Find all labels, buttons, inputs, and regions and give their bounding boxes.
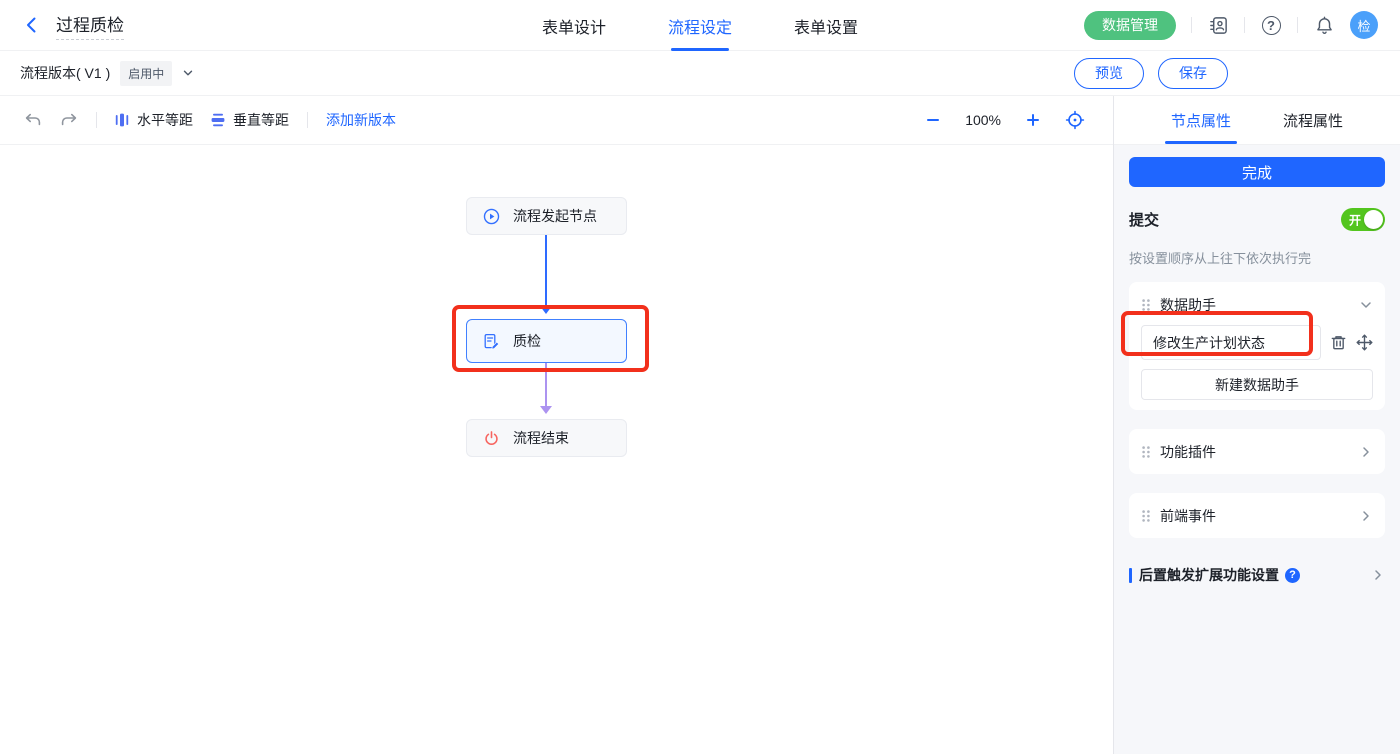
section-plugins: 功能插件 bbox=[1129, 429, 1385, 474]
flow-node-label: 流程发起节点 bbox=[513, 206, 597, 226]
complete-button[interactable]: 完成 bbox=[1129, 157, 1385, 187]
submit-row: 提交 开 bbox=[1129, 208, 1385, 231]
back-icon[interactable] bbox=[22, 15, 42, 35]
distribute-horizontal-icon bbox=[115, 113, 129, 127]
flow-node-start[interactable]: 流程发起节点 bbox=[466, 197, 627, 235]
flow-node-end[interactable]: 流程结束 bbox=[466, 419, 627, 457]
distribute-vertical-icon bbox=[211, 113, 225, 127]
flow-node-label: 流程结束 bbox=[513, 428, 569, 448]
play-icon bbox=[483, 208, 500, 225]
bell-icon[interactable] bbox=[1313, 14, 1335, 36]
status-badge: 启用中 bbox=[120, 61, 172, 86]
power-icon bbox=[483, 430, 500, 447]
execution-hint: 按设置顺序从上往下依次执行完 bbox=[1129, 248, 1385, 267]
panel-body: 完成 提交 开 按设置顺序从上往下依次执行完 数据助手 bbox=[1114, 145, 1400, 754]
tab-form-settings[interactable]: 表单设置 bbox=[794, 0, 858, 51]
chevron-right-icon[interactable] bbox=[1371, 568, 1385, 582]
submit-label: 提交 bbox=[1129, 209, 1159, 230]
distribute-horizontal-label: 水平等距 bbox=[137, 110, 193, 130]
divider bbox=[1297, 17, 1298, 33]
drag-handle-icon[interactable] bbox=[1141, 509, 1151, 523]
version-bar: 流程版本( V1 ) 启用中 预览 保存 bbox=[0, 51, 1400, 96]
trash-icon[interactable] bbox=[1330, 334, 1347, 351]
header-tabs: 表单设计 流程设定 表单设置 bbox=[542, 0, 858, 51]
distribute-vertical-label: 垂直等距 bbox=[233, 110, 289, 130]
section-frontend-events: 前端事件 bbox=[1129, 493, 1385, 538]
preview-button[interactable]: 预览 bbox=[1074, 58, 1144, 89]
tab-flow-setting[interactable]: 流程设定 bbox=[668, 0, 732, 51]
help-icon[interactable]: ? bbox=[1260, 14, 1282, 36]
new-data-helper-button[interactable]: 新建数据助手 bbox=[1141, 369, 1373, 400]
post-trigger-label: 后置触发扩展功能设置 bbox=[1139, 565, 1279, 585]
chevron-right-icon[interactable] bbox=[1359, 509, 1373, 523]
undo-icon[interactable] bbox=[24, 112, 42, 128]
add-version-link[interactable]: 添加新版本 bbox=[326, 110, 396, 130]
section-title: 数据助手 bbox=[1160, 295, 1216, 315]
page-title[interactable]: 过程质检 bbox=[56, 11, 124, 40]
tab-form-design[interactable]: 表单设计 bbox=[542, 0, 606, 51]
version-label: 流程版本( V1 ) bbox=[20, 63, 110, 83]
version-actions: 预览 保存 bbox=[1074, 58, 1228, 89]
section-title: 前端事件 bbox=[1160, 506, 1216, 526]
app-header: 过程质检 表单设计 流程设定 表单设置 数据管理 ? bbox=[0, 0, 1400, 51]
arrowhead-blue bbox=[540, 306, 552, 314]
drag-handle-icon[interactable] bbox=[1141, 298, 1151, 312]
flow-node-label: 质检 bbox=[513, 331, 541, 351]
helper-item-row: 修改生产计划状态 bbox=[1141, 325, 1373, 360]
zoom-out-icon[interactable] bbox=[925, 112, 941, 128]
distribute-vertical-button[interactable]: 垂直等距 bbox=[211, 110, 289, 130]
section-data-helper: 数据助手 修改生产计划状态 bbox=[1129, 282, 1385, 410]
header-actions: 数据管理 ? 检 bbox=[1084, 11, 1378, 40]
locate-icon[interactable] bbox=[1065, 110, 1085, 130]
redo-icon[interactable] bbox=[60, 112, 78, 128]
section-header[interactable]: 数据助手 bbox=[1141, 292, 1373, 317]
connector-start-to-qc bbox=[545, 235, 547, 306]
post-trigger-settings-row[interactable]: 后置触发扩展功能设置 ? bbox=[1129, 565, 1385, 585]
flow-canvas[interactable]: 流程发起节点 质检 流程结束 bbox=[0, 145, 1113, 754]
arrowhead-purple bbox=[540, 406, 552, 414]
divider bbox=[1191, 17, 1192, 33]
divider bbox=[1244, 17, 1245, 33]
zoom-in-icon[interactable] bbox=[1025, 112, 1041, 128]
data-manage-button[interactable]: 数据管理 bbox=[1084, 11, 1176, 40]
tab-node-properties[interactable]: 节点属性 bbox=[1171, 96, 1231, 144]
section-header[interactable]: 功能插件 bbox=[1141, 439, 1373, 464]
section-header[interactable]: 前端事件 bbox=[1141, 503, 1373, 528]
save-button[interactable]: 保存 bbox=[1158, 58, 1228, 89]
chevron-right-icon[interactable] bbox=[1359, 445, 1373, 459]
move-icon[interactable] bbox=[1356, 334, 1373, 351]
tab-flow-properties[interactable]: 流程属性 bbox=[1283, 96, 1343, 144]
toggle-on-label: 开 bbox=[1349, 211, 1361, 228]
submit-toggle[interactable]: 开 bbox=[1341, 208, 1385, 231]
canvas-toolbar: 水平等距 垂直等距 添加新版本 100% bbox=[0, 96, 1113, 145]
chevron-down-icon[interactable] bbox=[182, 67, 194, 79]
section-title: 功能插件 bbox=[1160, 442, 1216, 462]
accent-bar bbox=[1129, 568, 1132, 583]
properties-panel: 节点属性 流程属性 完成 提交 开 按设置顺序从上往下依次执行完 bbox=[1113, 96, 1400, 754]
chevron-down-icon[interactable] bbox=[1359, 298, 1373, 312]
helper-item-input[interactable]: 修改生产计划状态 bbox=[1141, 325, 1321, 360]
zoom-controls: 100% bbox=[925, 110, 1089, 130]
document-edit-icon bbox=[483, 333, 500, 350]
flow-node-qc[interactable]: 质检 bbox=[466, 319, 627, 363]
divider bbox=[307, 112, 308, 128]
canvas-column: 水平等距 垂直等距 添加新版本 100% bbox=[0, 96, 1113, 754]
drag-handle-icon[interactable] bbox=[1141, 445, 1151, 459]
connector-qc-to-end bbox=[545, 363, 547, 406]
avatar[interactable]: 检 bbox=[1350, 11, 1378, 39]
zoom-level: 100% bbox=[965, 112, 1001, 128]
question-icon[interactable]: ? bbox=[1285, 568, 1300, 583]
main-area: 水平等距 垂直等距 添加新版本 100% bbox=[0, 96, 1400, 754]
divider bbox=[96, 112, 97, 128]
panel-tabs: 节点属性 流程属性 bbox=[1114, 96, 1400, 145]
toggle-knob bbox=[1364, 210, 1383, 229]
distribute-horizontal-button[interactable]: 水平等距 bbox=[115, 110, 193, 130]
contacts-book-icon[interactable] bbox=[1207, 14, 1229, 36]
